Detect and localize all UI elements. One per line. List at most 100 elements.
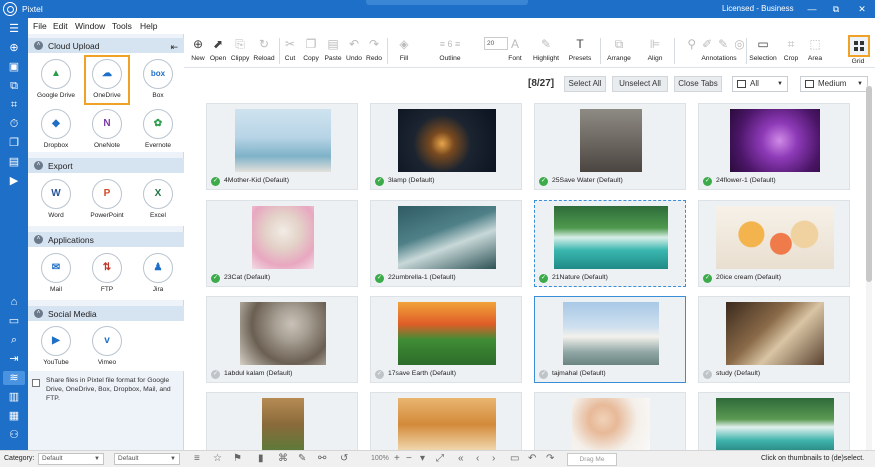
grid-view-button[interactable] (848, 35, 870, 57)
unselect-all-button[interactable]: Unselect All (612, 76, 668, 92)
font-button[interactable]: A Font (502, 36, 528, 62)
close-button[interactable]: ✕ (856, 3, 868, 15)
collapse-icon[interactable]: ˄ (34, 309, 43, 318)
youtube-button[interactable]: ▶ YouTube (34, 326, 78, 370)
secondary-category-select[interactable]: Default ▼ (114, 453, 180, 465)
undo-icon[interactable]: ↶ (528, 453, 536, 465)
section-export[interactable]: ˄ Export (28, 158, 184, 173)
collapse-icon[interactable]: ˄ (34, 41, 43, 50)
thumbnail-size-select[interactable]: Medium ▼ (800, 76, 868, 92)
thumbnail-card[interactable]: ✓ 4Mother-Kid (Default) (206, 103, 358, 190)
outline-group[interactable]: ≡ 6 ≡ Outline (420, 36, 480, 62)
evernote-button[interactable]: ✿ Evernote (136, 109, 180, 153)
redo-icon[interactable]: ↷ (546, 453, 554, 465)
section-cloud-upload[interactable]: ˄ Cloud Upload ⇤ (28, 38, 184, 53)
box-button[interactable]: box Box (136, 59, 180, 103)
search-icon[interactable]: ⌕ (7, 333, 21, 347)
menu-file[interactable]: File (33, 21, 47, 31)
thumbnail-card[interactable] (698, 392, 850, 451)
first-page-icon[interactable]: « (458, 453, 464, 465)
star-icon[interactable]: ☆ (213, 453, 222, 465)
menu-window[interactable]: Window (75, 21, 105, 31)
menu-edit[interactable]: Edit (53, 21, 68, 31)
thumbnail-card[interactable]: ✓ 1abdul kalam (Default) (206, 296, 358, 383)
arrange-button[interactable]: ⧉ Arrange (604, 36, 634, 62)
link-icon[interactable]: ⚯ (318, 453, 326, 465)
highlight-button[interactable]: ✎ Highlight (531, 36, 561, 62)
menu-help[interactable]: Help (140, 21, 157, 31)
zoom-in-icon[interactable]: + (394, 453, 400, 465)
next-icon[interactable]: › (492, 453, 495, 465)
vertical-scrollbar[interactable] (866, 86, 872, 450)
thumbnail-card[interactable] (206, 392, 358, 451)
thumbnail-card[interactable]: ✓ study (Default) (698, 296, 850, 383)
share-format-checkbox[interactable] (32, 379, 40, 387)
scrollbar-thumb[interactable] (866, 86, 872, 282)
fit-icon[interactable]: ⤢ (436, 453, 444, 465)
area-button[interactable]: ⬚ Area (804, 36, 826, 62)
collapse-icon[interactable]: ˄ (34, 235, 43, 244)
share-icon[interactable]: ≋ (3, 371, 25, 385)
jira-button[interactable]: ♟ Jira (136, 253, 180, 297)
drag-me-handle[interactable]: Drag Me (567, 453, 617, 466)
fill-button[interactable]: ◈ Fill (391, 36, 417, 62)
thumbnail-card[interactable]: ✓ 20ice cream (Default) (698, 200, 850, 287)
image-icon[interactable]: ▣ (7, 60, 21, 74)
title-search-tab[interactable] (366, 0, 528, 5)
close-tabs-button[interactable]: Close Tabs (674, 76, 722, 92)
excel-button[interactable]: X Excel (136, 179, 180, 223)
export-icon[interactable]: ⇥ (7, 352, 21, 366)
clippy-button[interactable]: ⎘ Clippy (229, 36, 251, 62)
mail-button[interactable]: ✉ Mail (34, 253, 78, 297)
powerpoint-button[interactable]: P PowerPoint (85, 179, 129, 223)
clipboard-icon[interactable]: ▦ (7, 409, 21, 423)
window-icon[interactable]: ▤ (7, 155, 21, 169)
flag-icon[interactable]: ⚑ (233, 453, 242, 465)
align-button[interactable]: ⊫ Align (640, 36, 670, 62)
thumbnail-card[interactable] (534, 392, 686, 451)
open-button[interactable]: ⬈ Open (209, 36, 227, 62)
edit-icon[interactable]: ✎ (298, 453, 306, 465)
filter-select[interactable]: All ▼ (732, 76, 788, 92)
select-all-button[interactable]: Select All (564, 76, 606, 92)
section-social-media[interactable]: ˄ Social Media (28, 306, 184, 321)
previous-icon[interactable]: ‹ (476, 453, 479, 465)
section-applications[interactable]: ˄ Applications (28, 232, 184, 247)
collapse-icon[interactable]: ˄ (34, 161, 43, 170)
onenote-button[interactable]: N OneNote (85, 109, 129, 153)
chevron-down-icon[interactable]: ▾ (420, 453, 425, 465)
bookmark-icon[interactable]: ▮ (258, 453, 264, 465)
maximize-button[interactable]: ⧉ (830, 3, 842, 15)
zoom-level[interactable]: 100% (371, 455, 389, 462)
redo-button[interactable]: ↷ Redo (365, 36, 383, 62)
thumbnail-card[interactable] (370, 392, 522, 451)
copy-icon[interactable]: ❐ (7, 136, 21, 150)
category-select[interactable]: Default ▼ (38, 453, 104, 465)
capture-icon[interactable]: ⊕ (7, 41, 21, 55)
home-icon[interactable]: ⌂ (7, 295, 21, 309)
new-button[interactable]: ⊕ New (190, 36, 206, 62)
list-icon[interactable]: ≡ (194, 453, 200, 465)
window-icon[interactable]: ▭ (510, 453, 519, 465)
dropbox-button[interactable]: ◆ Dropbox (34, 109, 78, 153)
onedrive-button[interactable]: ☁ OneDrive (84, 55, 130, 105)
region-icon[interactable]: ⌗ (7, 98, 21, 112)
timer-icon[interactable]: ⏱ (7, 117, 21, 131)
word-button[interactable]: W Word (34, 179, 78, 223)
thumbnail-card[interactable]: ✓ 25Save Water (Default) (534, 103, 686, 190)
google-drive-button[interactable]: ▲ Google Drive (34, 59, 78, 103)
folder-icon[interactable]: ▭ (7, 314, 21, 328)
copy-button[interactable]: ❐ Copy (302, 36, 320, 62)
thumbnail-card-selected[interactable]: ✓ tajmahal (Default) (534, 296, 686, 383)
tag-icon[interactable]: ⌘ (278, 453, 288, 465)
ftp-button[interactable]: ⇅ FTP (85, 253, 129, 297)
menu-tools[interactable]: Tools (112, 21, 132, 31)
user-icon[interactable]: ⚇ (7, 428, 21, 442)
undo-button[interactable]: ↶ Undo (345, 36, 363, 62)
minimize-button[interactable]: — (806, 3, 818, 15)
reload-button[interactable]: ↻ Reload (252, 36, 276, 62)
paste-button[interactable]: ▤ Paste (323, 36, 343, 62)
thumbnail-card[interactable]: ✓ 23Cat (Default) (206, 200, 358, 287)
screenshot-icon[interactable]: ⧉ (7, 79, 21, 93)
thumbnail-card[interactable]: ✓ 24flower-1 (Default) (698, 103, 850, 190)
